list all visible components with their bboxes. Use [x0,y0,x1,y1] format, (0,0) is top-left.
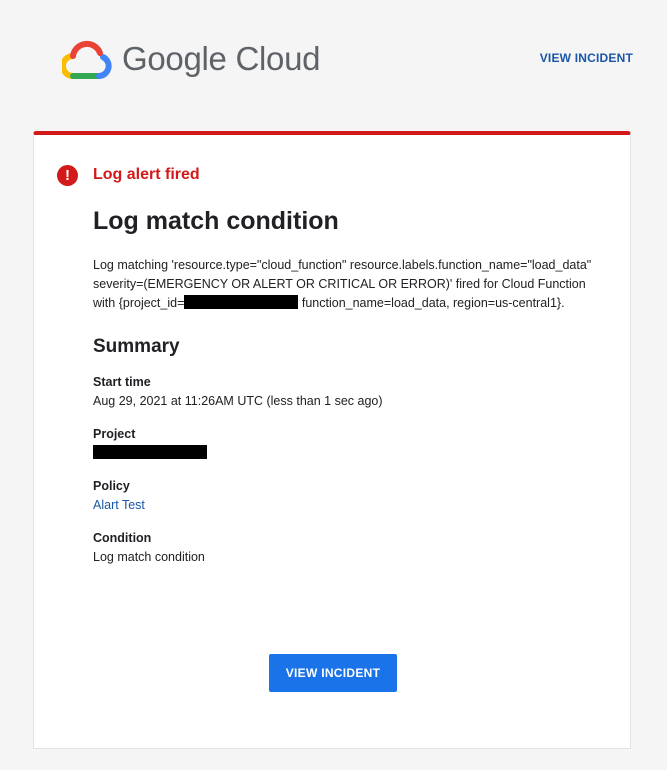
alert-status-label: Log alert fired [93,166,200,183]
policy-label: Policy [93,479,130,493]
condition-value: Log match condition [93,550,205,564]
start-time-label: Start time [93,375,151,389]
redacted-project-name [93,445,207,459]
start-time-field: Start time Aug 29, 2021 at 11:26AM UTC (… [93,373,593,411]
policy-field: Policy Alart Test [93,477,593,515]
google-cloud-logo: Google Cloud [62,38,322,82]
view-incident-link[interactable]: VIEW INCIDENT [540,51,633,65]
alert-card: ! Log alert fired Log match condition Lo… [33,131,631,749]
start-time-value: Aug 29, 2021 at 11:26AM UTC (less than 1… [93,394,383,408]
project-label: Project [93,427,136,441]
policy-link[interactable]: Alart Test [93,498,145,512]
description-text-end: function_name=load_data, region=us-centr… [298,296,565,310]
view-incident-button[interactable]: VIEW INCIDENT [269,654,397,692]
email-header: Google Cloud VIEW INCIDENT [0,0,667,120]
logo-text: Google Cloud [122,40,321,77]
cloud-logo-icon [62,40,112,79]
alert-content: Log match condition Log matching 'resour… [93,205,593,567]
exclamation-circle-icon: ! [57,165,78,186]
condition-field: Condition Log match condition [93,529,593,567]
project-field: Project [93,425,593,463]
redacted-project-id [184,295,299,309]
alert-description: Log matching 'resource.type="cloud_funct… [93,256,593,313]
page-title: Log match condition [93,207,339,235]
summary-heading: Summary [93,336,180,357]
condition-label: Condition [93,531,152,545]
project-value [93,444,593,463]
